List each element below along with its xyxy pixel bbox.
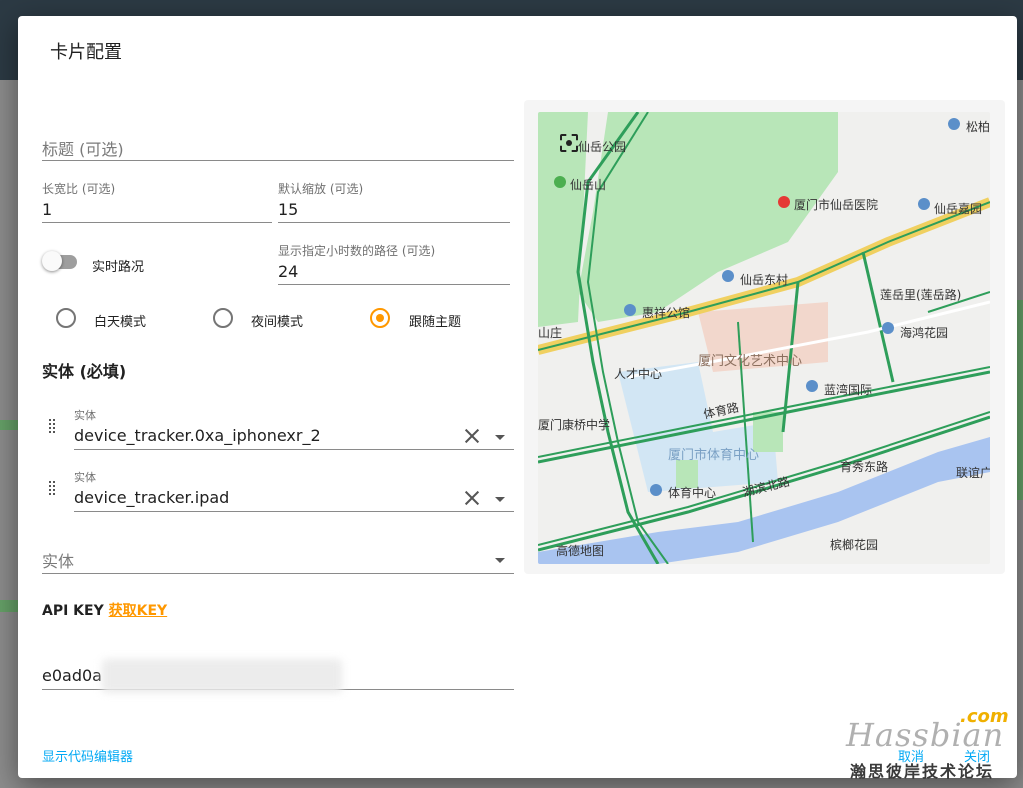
night-mode-label: 夜间模式 bbox=[251, 315, 304, 330]
radio-night-mode[interactable] bbox=[213, 308, 233, 328]
radio-follow-theme[interactable] bbox=[370, 308, 390, 328]
forum-watermark: .com Hassbian 瀚思彼岸技术论坛 bbox=[846, 706, 1009, 782]
map-label: 体育中心 bbox=[668, 486, 717, 500]
traffic-label: 实时路况 bbox=[92, 260, 145, 275]
api-key-heading: API KEY 获取KEY bbox=[42, 600, 167, 620]
map-label: 厦门文化艺术中心 bbox=[698, 354, 803, 369]
map-label: 莲岳里(莲岳路) bbox=[880, 288, 962, 302]
map-label: 仙岳东村 bbox=[740, 273, 789, 287]
poi-pin-icon bbox=[948, 118, 960, 130]
entity-label: 实体 bbox=[74, 409, 96, 422]
show-code-editor-button[interactable]: 显示代码编辑器 bbox=[42, 746, 133, 765]
map-label: 松柏 bbox=[966, 120, 990, 134]
day-mode-label: 白天模式 bbox=[94, 315, 147, 330]
watermark-slogan: 瀚思彼岸技术论坛 bbox=[850, 762, 995, 781]
toggle-thumb bbox=[42, 251, 62, 271]
dropdown-caret-icon[interactable] bbox=[495, 435, 505, 440]
map-label: 槟榔花园 bbox=[830, 538, 879, 552]
redacted-key-overlay bbox=[102, 659, 342, 693]
drag-handle-icon[interactable] bbox=[49, 419, 59, 435]
map-label: 蓝湾国际 bbox=[824, 383, 873, 397]
dialog-title: 卡片配置 bbox=[50, 42, 122, 63]
get-key-link[interactable]: 获取KEY bbox=[109, 603, 168, 619]
poi-pin-icon bbox=[882, 322, 894, 334]
default-zoom-label: 默认缩放 (可选) bbox=[278, 182, 364, 196]
map-label: 仙岳嘉园 bbox=[934, 202, 983, 216]
aspect-ratio-label: 长宽比 (可选) bbox=[42, 182, 116, 196]
bg-road bbox=[1017, 300, 1023, 500]
hours-to-show-value: 24 bbox=[278, 262, 299, 281]
clear-icon[interactable] bbox=[464, 490, 480, 506]
bg-road bbox=[0, 420, 18, 430]
map-label: 育秀东路 bbox=[840, 460, 889, 474]
poi-pin-icon bbox=[650, 484, 662, 496]
map-label: 厦门康桥中学 bbox=[538, 418, 611, 432]
map-label: 惠祥公馆 bbox=[642, 306, 691, 320]
traffic-toggle[interactable] bbox=[42, 251, 78, 271]
aspect-ratio-field[interactable]: 长宽比 (可选) 1 bbox=[42, 178, 272, 223]
follow-theme-label: 跟随主题 bbox=[409, 315, 462, 330]
api-key-label: API KEY bbox=[42, 603, 104, 619]
dropdown-caret-icon[interactable] bbox=[495, 558, 505, 563]
bg-road bbox=[0, 600, 18, 612]
poi-pin-icon bbox=[778, 196, 790, 208]
map-brand: 高德地图 bbox=[556, 544, 605, 558]
map-label: 仙岳公园 bbox=[578, 140, 627, 154]
card-config-dialog: 卡片配置 标题 (可选) 长宽比 (可选) 1 默认缩放 (可选) 15 实时路… bbox=[18, 16, 1017, 778]
poi-pin-icon bbox=[722, 270, 734, 282]
map-label: 山庄 bbox=[538, 326, 563, 340]
entity-value: device_tracker.ipad bbox=[74, 488, 230, 507]
poi-pin-icon bbox=[918, 198, 930, 210]
map-label: 仙岳山 bbox=[570, 178, 607, 192]
locate-icon[interactable] bbox=[560, 134, 578, 152]
poi-pin-icon bbox=[624, 304, 636, 316]
entity-value: device_tracker.0xa_iphonexr_2 bbox=[74, 426, 321, 445]
add-entity-picker[interactable]: 实体 bbox=[42, 542, 514, 574]
map-view[interactable]: 仙岳公园 仙岳山 厦门市仙岳医院 仙岳嘉园 松柏 仙岳东村 惠祥公馆 莲岳里(莲… bbox=[538, 112, 990, 564]
entities-heading: 实体 (必填) bbox=[42, 362, 127, 381]
add-entity-placeholder: 实体 bbox=[42, 552, 75, 571]
map-label: 厦门市体育中心 bbox=[668, 448, 760, 463]
title-placeholder: 标题 (可选) bbox=[42, 140, 124, 159]
poi-pin-icon bbox=[806, 380, 818, 392]
radio-day-mode[interactable] bbox=[56, 308, 76, 328]
title-field[interactable]: 标题 (可选) bbox=[42, 128, 514, 161]
default-zoom-value: 15 bbox=[278, 200, 299, 219]
hours-to-show-field[interactable]: 显示指定小时数的路径 (可选) 24 bbox=[278, 240, 510, 285]
entity-picker[interactable]: 实体 device_tracker.0xa_iphonexr_2 bbox=[74, 404, 514, 450]
map-label: 人才中心 bbox=[614, 367, 663, 381]
api-key-value: e0ad0a bbox=[42, 666, 102, 685]
poi-pin-icon bbox=[554, 176, 566, 188]
hours-to-show-label: 显示指定小时数的路径 (可选) bbox=[278, 244, 436, 258]
dropdown-caret-icon[interactable] bbox=[495, 497, 505, 502]
aspect-ratio-value: 1 bbox=[42, 200, 53, 219]
map-label: 海鸿花园 bbox=[900, 326, 949, 340]
entity-picker[interactable]: 实体 device_tracker.ipad bbox=[74, 466, 514, 512]
watermark-brand: Hassbian bbox=[846, 716, 1005, 754]
entity-label: 实体 bbox=[74, 471, 96, 484]
drag-handle-icon[interactable] bbox=[49, 481, 59, 497]
default-zoom-field[interactable]: 默认缩放 (可选) 15 bbox=[278, 178, 510, 223]
map-label: 厦门市仙岳医院 bbox=[794, 198, 879, 212]
map-label: 联谊广 bbox=[956, 466, 990, 480]
clear-icon[interactable] bbox=[464, 428, 480, 444]
